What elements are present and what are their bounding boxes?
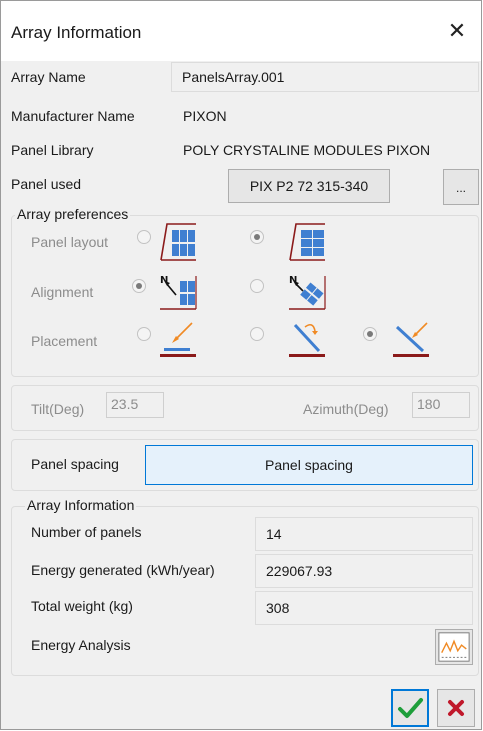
panel-layout-portrait-radio[interactable] <box>137 230 151 244</box>
portrait-layout-icon[interactable] <box>158 221 198 261</box>
placement-flat-radio[interactable] <box>137 327 151 341</box>
panel-spacing-label: Panel spacing <box>31 456 119 472</box>
number-of-panels-label: Number of panels <box>31 524 142 540</box>
energy-analysis-label: Energy Analysis <box>31 637 131 653</box>
north-aligned-icon[interactable]: N <box>158 271 198 311</box>
array-name-label: Array Name <box>11 69 86 85</box>
checkmark-icon <box>398 698 423 718</box>
total-weight-label: Total weight (kg) <box>31 598 133 614</box>
cancel-button[interactable] <box>437 689 475 727</box>
placement-label: Placement <box>31 333 98 349</box>
alignment-north-radio[interactable] <box>132 279 146 293</box>
window-title: Array Information <box>11 23 142 42</box>
tilted-placement-icon[interactable] <box>391 319 431 359</box>
alignment-label: Alignment <box>31 284 94 300</box>
close-button[interactable]: ✕ <box>437 15 477 49</box>
title-bar: Array Information ✕ <box>1 1 481 61</box>
rotated-alignment-icon[interactable]: N <box>287 271 327 311</box>
chart-icon <box>438 632 470 662</box>
azimuth-input[interactable]: 180 <box>412 392 470 418</box>
number-of-panels-value: 14 <box>255 517 473 551</box>
manufacturer-value: PIXON <box>183 108 227 124</box>
array-name-field[interactable]: PanelsArray.001 <box>171 62 479 92</box>
energy-generated-label: Energy generated (kWh/year) <box>31 562 215 578</box>
tilt-input[interactable]: 23.5 <box>106 392 164 418</box>
energy-analysis-button[interactable] <box>435 629 473 665</box>
placement-tilted-radio[interactable] <box>363 327 377 341</box>
tilted-rotate-placement-icon[interactable] <box>287 319 327 359</box>
panel-used-button[interactable]: PIX P2 72 315-340 <box>228 169 390 203</box>
browse-panel-button[interactable]: ... <box>443 169 479 205</box>
total-weight-value: 308 <box>255 591 473 625</box>
ok-button[interactable] <box>391 689 429 727</box>
placement-tilted-rotate-radio[interactable] <box>250 327 264 341</box>
azimuth-label: Azimuth(Deg) <box>303 401 389 417</box>
array-information-dialog: Array Information ✕ Array Name PanelsArr… <box>0 0 482 730</box>
cancel-x-icon <box>448 700 464 716</box>
panel-spacing-button[interactable]: Panel spacing <box>145 445 473 485</box>
landscape-layout-icon[interactable] <box>287 221 327 261</box>
tilt-label: Tilt(Deg) <box>31 401 85 417</box>
alignment-rotated-radio[interactable] <box>250 279 264 293</box>
manufacturer-label: Manufacturer Name <box>11 108 135 124</box>
panel-library-value: POLY CRYSTALINE MODULES PIXON <box>183 142 431 158</box>
flat-placement-icon[interactable] <box>158 319 198 359</box>
array-info-title: Array Information <box>25 497 137 513</box>
panel-library-label: Panel Library <box>11 142 94 158</box>
panel-layout-landscape-radio[interactable] <box>250 230 264 244</box>
array-preferences-title: Array preferences <box>15 206 131 222</box>
energy-generated-value: 229067.93 <box>255 554 473 588</box>
panel-layout-label: Panel layout <box>31 234 109 250</box>
panel-used-label: Panel used <box>11 176 82 192</box>
